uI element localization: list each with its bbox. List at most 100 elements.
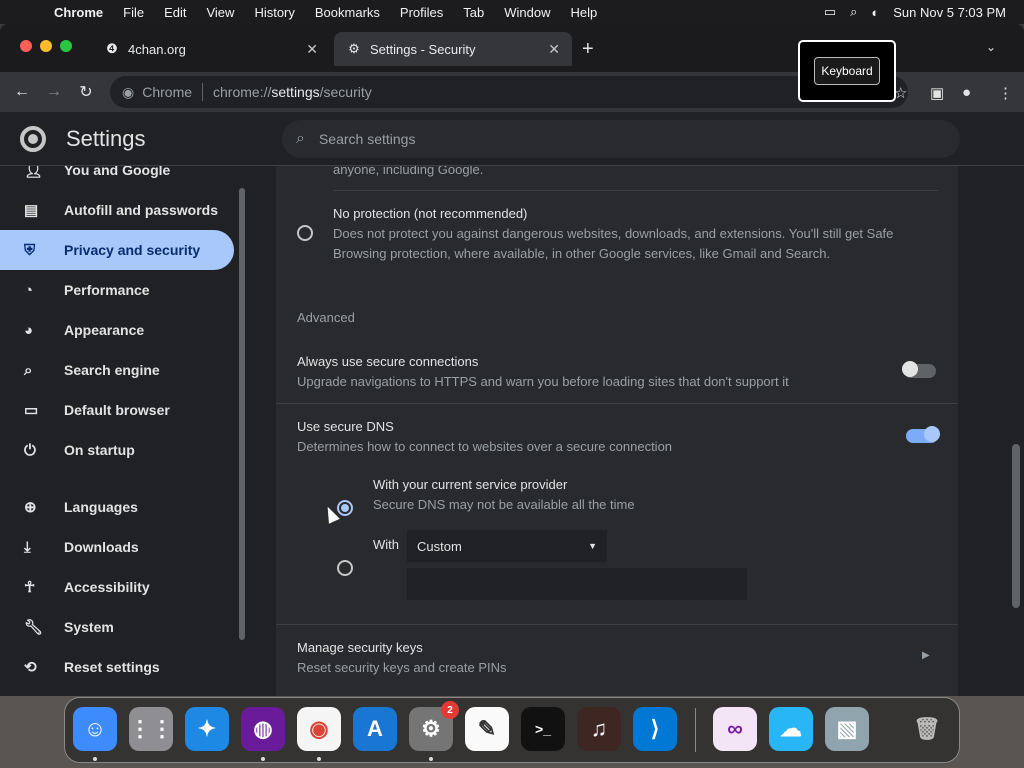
truncated-desc: anyone, including Google. [333, 166, 484, 177]
secure-dns-toggle[interactable] [906, 426, 940, 443]
preview-icon[interactable]: ▧ [825, 707, 869, 751]
menu-view[interactable]: View [196, 5, 244, 20]
bookmark-star-icon[interactable]: ☆ [894, 84, 907, 102]
secure-dns-desc: Determines how to connect to websites ov… [297, 439, 673, 454]
menu-help[interactable]: Help [561, 5, 608, 20]
no-protection-radio[interactable] [297, 225, 313, 241]
nav-performance[interactable]: ◔ Performance [0, 270, 234, 310]
trash-icon[interactable]: 🗑︎ [905, 707, 949, 751]
page-title: Settings [66, 126, 146, 151]
secure-connections-toggle[interactable] [902, 361, 936, 378]
textedit-icon[interactable]: ✎ [465, 707, 509, 751]
nav-reset-settings[interactable]: ⟲ Reset settings [0, 647, 234, 687]
nav-privacy-and-security[interactable]: ⛨ Privacy and security [0, 230, 234, 270]
nav-autofill[interactable]: ▤ Autofill and passwords [0, 190, 234, 230]
minimize-window-button[interactable] [40, 40, 52, 52]
site-label: Chrome [142, 84, 193, 100]
dns-provider-select[interactable]: Custom ▼ [407, 530, 607, 562]
download-icon: ⤓ [24, 538, 31, 556]
address-bar[interactable]: ◉ Chrome chrome:// settings /security [110, 76, 908, 108]
reload-icon[interactable]: ↻ [70, 82, 102, 102]
nav-system[interactable]: 🔧︎ System [0, 607, 234, 647]
chevron-right-icon[interactable]: ▶ [922, 650, 930, 661]
new-tab-button[interactable]: + [582, 38, 594, 61]
menu-clock[interactable]: Sun Nov 5 7:03 PM [893, 5, 1006, 20]
close-tab-icon[interactable]: ✕ [548, 41, 560, 58]
visual-studio-icon[interactable]: ∞ [713, 707, 757, 751]
launchpad-icon[interactable]: ⋮⋮ [129, 707, 173, 751]
power-icon: ⏻ [24, 441, 36, 459]
nav-label: On startup [64, 442, 135, 458]
firefox-icon[interactable]: ◍ [241, 707, 285, 751]
app-store-icon[interactable]: A [353, 707, 397, 751]
dns-provider-value: Custom [417, 538, 462, 554]
control-center-icon[interactable]: ◐ [871, 5, 879, 20]
finder-icon[interactable]: ☺ [73, 707, 117, 751]
main-scrollbar[interactable] [1012, 444, 1020, 608]
screen-mirroring-icon[interactable]: ▭ [824, 4, 836, 20]
security-keys-title[interactable]: Manage security keys [297, 640, 423, 655]
keyboard-label: Keyboard [814, 57, 880, 85]
dns-current-provider-title: With your current service provider [373, 477, 568, 492]
url-scheme: chrome:// [213, 84, 272, 100]
nav-label: Search engine [64, 362, 160, 378]
forward-icon[interactable]: → [38, 83, 70, 101]
menu-edit[interactable]: Edit [154, 5, 196, 20]
menu-tab[interactable]: Tab [453, 5, 494, 20]
back-icon[interactable]: ← [6, 83, 38, 101]
dns-current-provider-radio[interactable] [337, 500, 353, 516]
tab-search-icon[interactable]: ⌄ [986, 40, 996, 54]
search-icon: ⌕ [296, 130, 305, 147]
divider [276, 403, 958, 404]
nav-you-and-google[interactable]: 👤︎ You and Google [0, 166, 234, 190]
url-host: settings [271, 84, 320, 100]
nav-label: Downloads [64, 539, 139, 555]
nav-languages[interactable]: ⊕ Languages [0, 487, 234, 527]
menu-history[interactable]: History [244, 5, 304, 20]
search-input[interactable] [318, 131, 919, 147]
dns-custom-radio[interactable] [337, 560, 353, 576]
nav-accessibility[interactable]: ☥ Accessibility [0, 567, 234, 607]
menu-window[interactable]: Window [494, 5, 560, 20]
close-tab-icon[interactable]: ✕ [306, 41, 318, 58]
garageband-icon[interactable]: ♫ [577, 707, 621, 751]
tab-4chan[interactable]: ❹ 4chan.org ✕ [92, 32, 330, 66]
vscode-icon[interactable]: ⟩ [633, 707, 677, 751]
settings-search[interactable]: ⌕ [282, 120, 960, 158]
dns-custom-input[interactable] [407, 568, 747, 600]
more-menu-icon[interactable]: ⋮ [998, 84, 1013, 102]
side-panel-icon[interactable]: ▣ [930, 84, 944, 102]
reset-icon: ⟲ [24, 659, 37, 676]
tab-settings-security[interactable]: ⚙ Settings - Security ✕ [334, 32, 572, 66]
nav-on-startup[interactable]: ⏻ On startup [0, 430, 234, 470]
nav-downloads[interactable]: ⤓ Downloads [0, 527, 234, 567]
no-protection-title: No protection (not recommended) [333, 206, 528, 221]
nav-appearance[interactable]: ◕ Appearance [0, 310, 234, 350]
chrome-window: ❹ 4chan.org ✕ ⚙ Settings - Security ✕ + … [0, 24, 1024, 696]
menu-profiles[interactable]: Profiles [390, 5, 453, 20]
menu-file[interactable]: File [113, 5, 154, 20]
menu-bookmarks[interactable]: Bookmarks [305, 5, 390, 20]
terminal-icon[interactable]: >_ [521, 707, 565, 751]
system-settings-icon[interactable]: ⚙ 2 [409, 701, 459, 751]
zoom-window-button[interactable] [60, 40, 72, 52]
nav-default-browser[interactable]: ▭ Default browser [0, 390, 234, 430]
running-indicator [429, 757, 433, 761]
sidebar-scrollbar[interactable] [239, 188, 245, 640]
chrome-icon[interactable]: ◉ [297, 707, 341, 751]
omnibox-divider [202, 83, 204, 101]
spotlight-search-icon[interactable]: ⌕ [850, 4, 857, 20]
close-window-button[interactable] [20, 40, 32, 52]
profile-avatar-icon[interactable]: ● [962, 84, 971, 101]
running-indicator [93, 757, 97, 761]
safari-icon[interactable]: ✦ [185, 707, 229, 751]
menu-app-chrome[interactable]: Chrome [44, 5, 113, 20]
speedometer-icon: ◔ [24, 281, 34, 299]
nav-search-engine[interactable]: ⌕ Search engine [0, 350, 234, 390]
url-path: /security [319, 84, 372, 100]
dns-with-label: With [373, 537, 399, 552]
nav-label: You and Google [64, 166, 171, 178]
weather-icon[interactable]: ☁ [769, 707, 813, 751]
accessibility-icon: ☥ [24, 579, 36, 596]
settings-header: Settings ⌕ [0, 112, 1024, 166]
